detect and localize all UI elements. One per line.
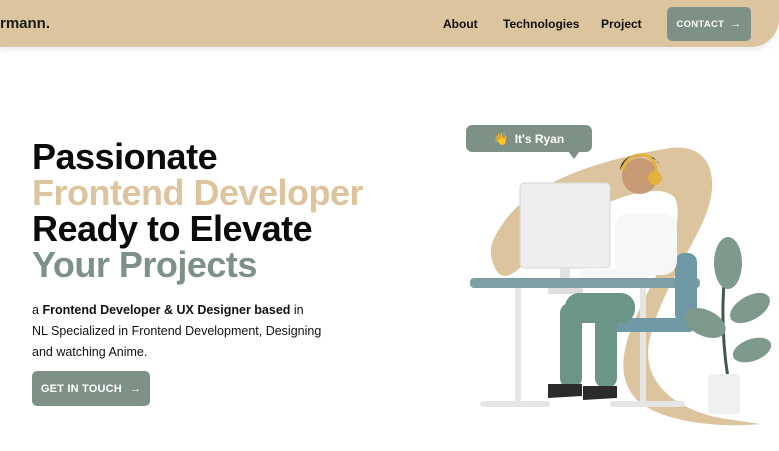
hero-headline: Passionate Frontend Developer Ready to E…	[32, 136, 364, 285]
brand-logo-text[interactable]: rmann.	[0, 15, 50, 32]
bubble-text: It's Ryan	[514, 131, 565, 146]
intro-prefix: a	[32, 303, 43, 317]
intro-bold-role: Frontend Developer & UX Designer based	[42, 303, 291, 317]
developer-illustration	[470, 147, 772, 426]
hero-intro: a Frontend Developer & UX Designer based…	[32, 300, 322, 363]
contact-button-label: CONTACT	[676, 18, 725, 30]
arrow-right-icon: →	[730, 18, 742, 30]
contact-button[interactable]: CONTACT →	[667, 7, 751, 41]
headline-line-2: Frontend Developer	[32, 172, 364, 213]
waving-hand-icon: 👋	[493, 131, 509, 146]
nav-link-project[interactable]: Project	[601, 17, 642, 31]
headline-line-1: Passionate	[32, 136, 218, 177]
top-header: rmann. About Technologies Project CONTAC…	[0, 0, 779, 47]
speech-bubble-tail	[568, 151, 580, 159]
get-in-touch-button[interactable]: GET IN TOUCH →	[32, 371, 150, 406]
get-in-touch-label: GET IN TOUCH	[40, 382, 122, 395]
headline-line-4: Your Projects	[32, 244, 257, 285]
nav-link-technologies[interactable]: Technologies	[503, 17, 579, 31]
name-speech-bubble: 👋 It's Ryan	[466, 125, 592, 152]
headline-line-3: Ready to Elevate	[32, 208, 313, 249]
nav-link-about[interactable]: About	[443, 17, 478, 31]
arrow-right-icon: →	[129, 382, 142, 395]
